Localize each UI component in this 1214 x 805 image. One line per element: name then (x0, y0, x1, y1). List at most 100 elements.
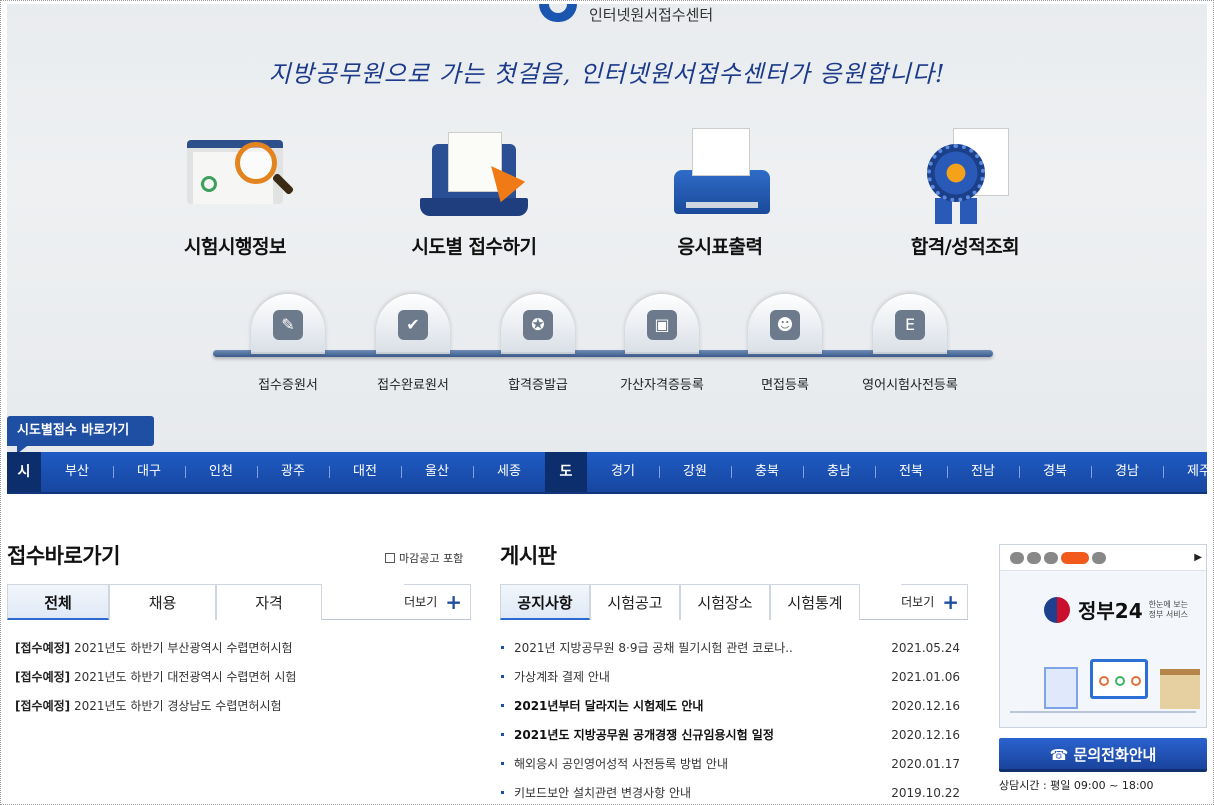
item-title: 키보드보안 설치관련 변경사항 안내 (514, 786, 692, 800)
status-tag: [접수예정] (15, 699, 71, 713)
list-item[interactable]: [접수예정] 2021년도 하반기 부산광역시 수렵면허시험 (15, 638, 465, 667)
region-link[interactable]: 경북 (1019, 452, 1091, 492)
list-item[interactable]: 가상계좌 결제 안내 2021.01.06 (500, 667, 968, 696)
logo-text: 인터넷원서접수센터 (589, 6, 714, 24)
region-link[interactable]: 울산 (401, 452, 473, 492)
region-nav: 시 부산 대구 인천 광주 대전 울산 세종 도 경기 강원 충북 충남 전북 … (7, 452, 1207, 494)
tab-notice[interactable]: 공지사항 (500, 584, 590, 620)
list-item[interactable]: 2021년도 지방공무원 공개경쟁 신규임용시험 일정 2020.12.16 (500, 725, 968, 754)
hero-section: 인터넷원서접수센터 지방공무원으로 가는 첫걸음, 인터넷원서접수센터가 응원합… (7, 4, 1207, 452)
pencil-icon: ✎ (273, 310, 303, 340)
list-item[interactable]: 키보드보안 설치관련 변경사항 안내 2019.10.22 (500, 783, 968, 805)
main-menu-print-ticket[interactable]: 응시표출력 (620, 124, 820, 264)
tab-exam-notice[interactable]: 시험공고 (590, 584, 680, 620)
sub-menu-label: 면접등록 (761, 378, 809, 393)
sub-menu-receipt[interactable]: ✎ 접수증원서 (218, 294, 358, 393)
sub-menu-label: 합격증발급 (508, 378, 568, 393)
sub-menu-bonus-license[interactable]: ▣ 가산자격증등록 (592, 294, 732, 393)
item-date: 2021.05.24 (891, 641, 960, 655)
more-label: 더보기 (404, 595, 438, 609)
sub-menu-label: 가산자격증등록 (620, 378, 704, 393)
main-menu-label: 시도별 접수하기 (411, 236, 537, 258)
include-closed-checkbox[interactable]: 마감공고 포함 (385, 550, 463, 566)
pager-dot[interactable] (1010, 551, 1024, 564)
region-link[interactable]: 대구 (113, 452, 185, 492)
gov24-title: 정부24 (1078, 599, 1143, 623)
sub-menu: ✎ 접수증원서 ✔ 접수완료원서 ✪ 합격증발급 ▣ 가산자격증등록 ☻ 면접등… (7, 294, 1207, 404)
sub-menu-label: 접수완료원서 (377, 378, 449, 393)
sub-menu-interview[interactable]: ☻ 면접등록 (715, 294, 855, 393)
main-menu-exam-info[interactable]: 시험시행정보 (135, 124, 335, 264)
list-item[interactable]: 해외응시 공인영어성적 사전등록 방법 안내 2020.01.17 (500, 754, 968, 783)
main-menu-label: 응시표출력 (677, 236, 763, 258)
pager-dot[interactable] (1027, 551, 1041, 564)
site-logo[interactable]: 인터넷원서접수센터 (539, 4, 714, 24)
item-date: 2021.01.06 (891, 670, 960, 684)
main-menu-apply[interactable]: 시도별 접수하기 (374, 124, 574, 264)
main-menu-label: 합격/성적조회 (910, 236, 1020, 258)
region-do-label: 도 (545, 452, 587, 492)
region-link[interactable]: 인천 (185, 452, 257, 492)
status-tag: [접수예정] (15, 641, 71, 655)
region-link[interactable]: 경기 (587, 452, 659, 492)
region-link[interactable]: 세종 (473, 452, 545, 492)
list-item[interactable]: 2021년부터 달라지는 시험제도 안내 2020.12.16 (500, 696, 968, 725)
sub-menu-english-test[interactable]: E 영어시험사전등록 (835, 294, 985, 393)
board-more-button[interactable]: 더보기 + (901, 584, 968, 619)
item-title: 가상계좌 결제 안내 (514, 670, 610, 684)
check-doc-icon: ✔ (398, 310, 428, 340)
board-section-title: 게시판 (500, 544, 557, 568)
sub-menu-completed[interactable]: ✔ 접수완료원서 (343, 294, 483, 393)
region-link[interactable]: 강원 (659, 452, 731, 492)
main-menu-results[interactable]: 합격/성적조회 (865, 124, 1065, 264)
list-item[interactable]: [접수예정] 2021년도 하반기 경상남도 수렵면허시험 (15, 696, 465, 725)
region-link[interactable]: 충남 (803, 452, 875, 492)
tab-qualification[interactable]: 자격 (216, 584, 322, 620)
eng-doc-icon: E (895, 310, 925, 340)
pager-dot[interactable] (1044, 551, 1058, 564)
region-link[interactable]: 경남 (1091, 452, 1163, 492)
laptop-apply-icon (414, 124, 534, 224)
pager-dot[interactable] (1092, 551, 1106, 564)
item-date: 2020.01.17 (891, 757, 960, 771)
region-link[interactable]: 대전 (329, 452, 401, 492)
printer-icon (660, 124, 780, 224)
gov24-logo: 정부24 한눈에 보는 정부 서비스 (1044, 595, 1195, 624)
gov24-subtitle: 한눈에 보는 정부 서비스 (1148, 599, 1188, 619)
region-shortcut-tag: 시도별접수 바로가기 (7, 416, 154, 452)
apply-more-button[interactable]: 더보기 + (404, 584, 471, 619)
pager-dot-active[interactable] (1061, 551, 1089, 564)
checkbox-icon[interactable] (385, 553, 395, 563)
consult-hours: 상담시간 : 평일 09:00 ~ 18:00 (999, 779, 1154, 792)
tab-exam-place[interactable]: 시험장소 (680, 584, 770, 620)
region-link[interactable]: 충북 (731, 452, 803, 492)
tab-all[interactable]: 전체 (7, 584, 109, 620)
region-link[interactable]: 제주 (1163, 452, 1207, 492)
checkbox-label: 마감공고 포함 (399, 552, 464, 565)
contact-info-button[interactable]: ☎ 문의전화안내 (999, 738, 1207, 772)
region-link[interactable]: 광주 (257, 452, 329, 492)
sub-menu-certificate[interactable]: ✪ 합격증발급 (468, 294, 608, 393)
region-link[interactable]: 전북 (875, 452, 947, 492)
apply-shortcut-section: 접수바로가기 마감공고 포함 전체 채용 자격 더보기 + [접수예정] 202… (7, 540, 471, 713)
list-item[interactable]: 2021년 지방공무원 8·9급 공채 필기시험 관련 코로나.. 2021.05… (500, 638, 968, 667)
board-section: 게시판 공지사항 시험공고 시험장소 시험통계 더보기 + 2021년 지방공무… (500, 540, 970, 800)
next-arrow-icon[interactable]: ▶ (1194, 552, 1202, 563)
main-menu-label: 시험시행정보 (184, 236, 286, 258)
board-list: 2021년 지방공무원 8·9급 공채 필기시험 관련 코로나.. 2021.05… (500, 638, 968, 805)
item-title: 2021년도 지방공무원 공개경쟁 신규임용시험 일정 (514, 728, 774, 742)
region-link[interactable]: 전남 (947, 452, 1019, 492)
gov24-banner[interactable]: ▶ 정부24 한눈에 보는 정부 서비스 (999, 544, 1207, 728)
tab-exam-stats[interactable]: 시험통계 (770, 584, 860, 620)
item-title: 해외응시 공인영어성적 사전등록 방법 안내 (514, 757, 728, 771)
region-link[interactable]: 부산 (41, 452, 113, 492)
medal-icon (905, 124, 1025, 224)
logo-mark-icon (539, 4, 577, 22)
board-tabs: 공지사항 시험공고 시험장소 시험통계 더보기 + (500, 584, 968, 620)
list-item[interactable]: [접수예정] 2021년도 하반기 대전광역시 수렵면허 시험 (15, 667, 465, 696)
apply-tabs: 전체 채용 자격 더보기 + (7, 584, 471, 620)
tab-employment[interactable]: 채용 (109, 584, 216, 620)
sub-menu-label: 접수증원서 (258, 378, 318, 393)
plus-icon: + (445, 590, 462, 614)
gov-emblem-icon (1044, 596, 1070, 623)
